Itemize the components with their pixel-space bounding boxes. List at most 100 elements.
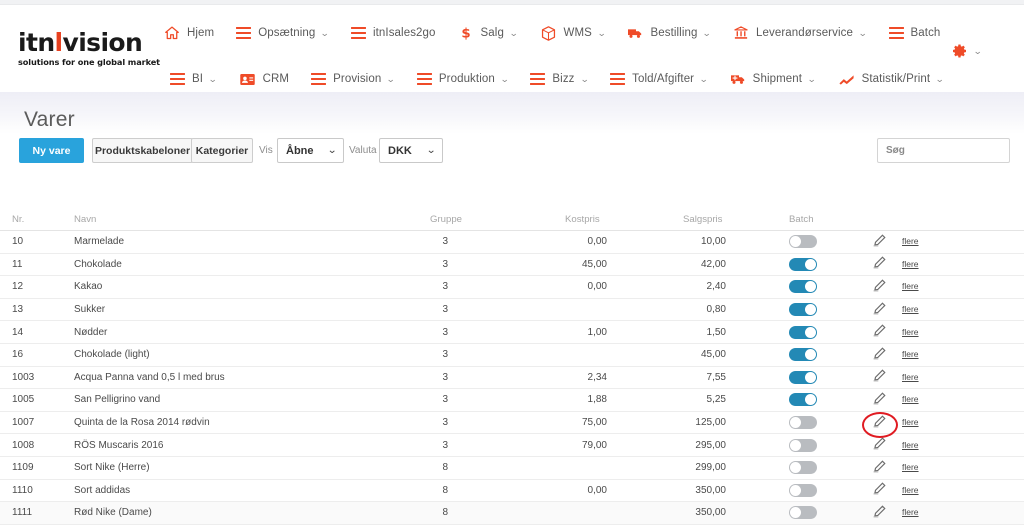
table-row[interactable]: 1007 Quinta de la Rosa 2014 rødvin 3 75,00 1… bbox=[0, 412, 1024, 435]
more-actions-link-wrap: flere bbox=[902, 507, 919, 518]
column-header-nr: Nr. bbox=[12, 213, 25, 225]
more-actions-link[interactable]: flere bbox=[902, 304, 919, 314]
batch-toggle[interactable] bbox=[789, 416, 817, 430]
cell-batch bbox=[789, 461, 817, 475]
nav-item-itnisales2go[interactable]: itnIsales2go bbox=[350, 19, 436, 47]
cell-gruppe: 3 bbox=[442, 371, 448, 383]
search-box[interactable] bbox=[877, 138, 1010, 163]
batch-toggle[interactable] bbox=[789, 506, 817, 520]
edit-row-button[interactable] bbox=[872, 323, 887, 341]
nav-item-ops-tning[interactable]: Opsætning ⌄ bbox=[236, 19, 330, 47]
batch-toggle[interactable] bbox=[789, 438, 817, 452]
edit-row-button[interactable] bbox=[872, 368, 887, 386]
product-templates-button[interactable]: Produktskabeloner bbox=[92, 138, 193, 163]
more-actions-link-wrap: flere bbox=[902, 281, 919, 292]
edit-row-button[interactable] bbox=[872, 504, 887, 522]
more-actions-link-wrap: flere bbox=[902, 236, 919, 247]
more-actions-link[interactable]: flere bbox=[902, 281, 919, 291]
app-root: itnlvision solutions for one global mark… bbox=[0, 0, 1024, 528]
batch-toggle[interactable] bbox=[789, 303, 817, 317]
table-row[interactable]: 12 Kakao 3 0,00 2,40 flere bbox=[0, 276, 1024, 299]
cell-batch bbox=[789, 280, 817, 294]
show-filter-select[interactable]: Åbne ⌄ bbox=[277, 138, 344, 163]
nav-item-wms[interactable]: WMS ⌄ bbox=[540, 19, 606, 47]
more-actions-link[interactable]: flere bbox=[902, 417, 919, 427]
cell-gruppe: 3 bbox=[442, 439, 448, 451]
more-actions-link-wrap: flere bbox=[902, 327, 919, 338]
edit-row-button[interactable] bbox=[872, 414, 887, 432]
batch-toggle[interactable] bbox=[789, 461, 817, 475]
batch-toggle[interactable] bbox=[789, 348, 817, 362]
nav-item-produktion[interactable]: Produktion ⌄ bbox=[416, 65, 509, 93]
batch-toggle[interactable] bbox=[789, 325, 817, 339]
batch-toggle[interactable] bbox=[789, 280, 817, 294]
cell-kostpris: 0,00 bbox=[587, 281, 607, 293]
hamburger-icon bbox=[610, 73, 626, 85]
more-actions-link[interactable]: flere bbox=[902, 394, 919, 404]
table-row[interactable]: 1005 San Pelligrino vand 3 1,88 5,25 flere bbox=[0, 389, 1024, 412]
pencil-edit-icon bbox=[872, 301, 887, 319]
batch-toggle[interactable] bbox=[789, 235, 817, 249]
more-actions-link[interactable]: flere bbox=[902, 259, 919, 269]
edit-row-button[interactable] bbox=[872, 233, 887, 251]
nav-item-hjem[interactable]: Hjem bbox=[164, 19, 214, 47]
table-row[interactable]: 11 Chokolade 3 45,00 42,00 flere bbox=[0, 254, 1024, 277]
currency-filter-select[interactable]: DKK ⌄ bbox=[379, 138, 443, 163]
cell-nr: 1003 bbox=[12, 371, 35, 383]
batch-toggle[interactable] bbox=[789, 370, 817, 384]
more-actions-link[interactable]: flere bbox=[902, 372, 919, 382]
more-actions-link[interactable]: flere bbox=[902, 440, 919, 450]
table-row[interactable]: 10 Marmelade 3 0,00 10,00 flere bbox=[0, 231, 1024, 254]
nav-item-salg[interactable]: $ Salg ⌄ bbox=[458, 19, 519, 47]
batch-toggle[interactable] bbox=[789, 257, 817, 271]
bank-icon bbox=[733, 25, 749, 41]
edit-row-button[interactable] bbox=[872, 255, 887, 273]
more-actions-link[interactable]: flere bbox=[902, 327, 919, 337]
nav-item-crm[interactable]: CRM bbox=[239, 65, 290, 93]
table-row[interactable]: 1111 Rød Nike (Dame) 8 350,00 flere bbox=[0, 502, 1024, 525]
table-row[interactable]: 1008 RÖS Muscaris 2016 3 79,00 295,00 flere bbox=[0, 434, 1024, 457]
settings-menu-button[interactable]: ⌄ bbox=[952, 43, 983, 59]
cell-navn: Marmelade bbox=[74, 236, 125, 248]
nav-item-bestilling[interactable]: Bestilling ⌄ bbox=[627, 19, 712, 47]
batch-toggle[interactable] bbox=[789, 393, 817, 407]
categories-button[interactable]: Kategorier bbox=[191, 138, 253, 163]
more-actions-link[interactable]: flere bbox=[902, 462, 919, 472]
table-row[interactable]: 1110 Sort addidas 8 0,00 350,00 flere bbox=[0, 480, 1024, 503]
table-row[interactable]: 13 Sukker 3 0,80 flere bbox=[0, 299, 1024, 322]
batch-toggle[interactable] bbox=[789, 483, 817, 497]
nav-item-shipment[interactable]: Shipment ⌄ bbox=[730, 65, 817, 93]
edit-row-button[interactable] bbox=[872, 459, 887, 477]
nav-item-batch[interactable]: Batch bbox=[888, 19, 941, 47]
nav-item-bi[interactable]: BI ⌄ bbox=[170, 65, 218, 93]
more-actions-link[interactable]: flere bbox=[902, 485, 919, 495]
nav-item-told-afgifter[interactable]: Told/Afgifter ⌄ bbox=[610, 65, 709, 93]
more-actions-link[interactable]: flere bbox=[902, 236, 919, 246]
table-row[interactable]: 1109 Sort Nike (Herre) 8 299,00 flere bbox=[0, 457, 1024, 480]
edit-row-button[interactable] bbox=[872, 481, 887, 499]
edit-row-button[interactable] bbox=[872, 391, 887, 409]
edit-row-button[interactable] bbox=[872, 301, 887, 319]
more-actions-link[interactable]: flere bbox=[902, 507, 919, 517]
cell-kostpris: 1,88 bbox=[587, 394, 607, 406]
hamburger-icon bbox=[236, 27, 252, 39]
search-input[interactable] bbox=[878, 139, 1009, 162]
edit-row-button[interactable] bbox=[872, 436, 887, 454]
nav-item-bizz[interactable]: Bizz ⌄ bbox=[530, 65, 589, 93]
table-row[interactable]: 16 Chokolade (light) 3 45,00 flere bbox=[0, 344, 1024, 367]
table-row[interactable]: 14 Nødder 3 1,00 1,50 flere bbox=[0, 321, 1024, 344]
edit-row-button[interactable] bbox=[872, 346, 887, 364]
cell-navn: Sukker bbox=[74, 304, 106, 316]
nav-item-statistik-print[interactable]: Statistik/Print ⌄ bbox=[838, 65, 945, 93]
new-item-button[interactable]: Ny vare bbox=[19, 138, 84, 163]
cell-salgspris: 2,40 bbox=[706, 281, 726, 293]
more-actions-link[interactable]: flere bbox=[902, 349, 919, 359]
toggle-knob bbox=[790, 236, 801, 248]
nav-item-provision[interactable]: Provision ⌄ bbox=[311, 65, 396, 93]
table-row[interactable]: 1003 Acqua Panna vand 0,5 l med brus 3 2,34… bbox=[0, 367, 1024, 390]
more-actions-link-wrap: flere bbox=[902, 349, 919, 360]
nav-item-leverand-rservice[interactable]: Leverandørservice ⌄ bbox=[733, 19, 867, 47]
more-actions-link-wrap: flere bbox=[902, 440, 919, 451]
edit-row-button[interactable] bbox=[872, 278, 887, 296]
brand-logo[interactable]: itnlvision solutions for one global mark… bbox=[18, 29, 160, 73]
